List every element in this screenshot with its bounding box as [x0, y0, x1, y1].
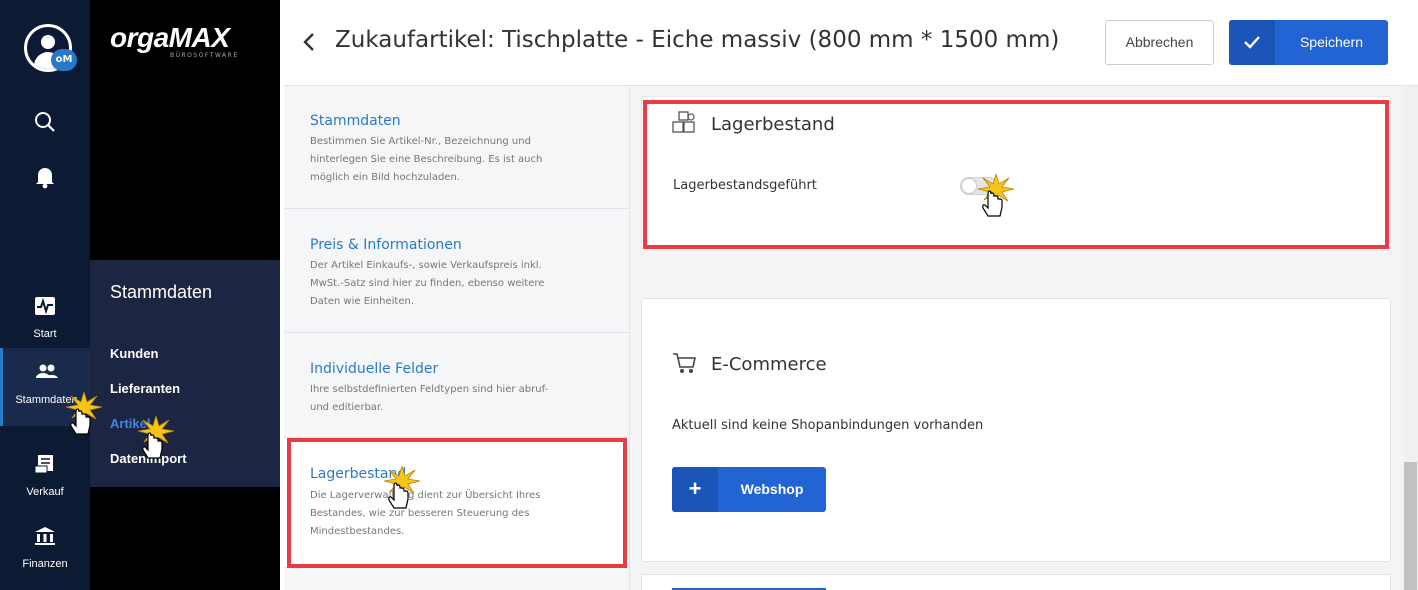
- ecommerce-title: E-Commerce: [711, 354, 827, 375]
- rail-nav-label: Verkauf: [26, 486, 64, 498]
- save-button[interactable]: Speichern: [1229, 20, 1388, 65]
- brand-subtitle: BÜROSOFTWARE: [170, 52, 239, 59]
- rail-nav-verkauf[interactable]: Verkauf: [0, 440, 90, 518]
- flyout-item-lieferanten[interactable]: Lieferanten: [110, 381, 180, 396]
- rail-nav-label: Stammdaten: [15, 394, 78, 406]
- secondary-sidebar: orgaMAX BÜROSOFTWARE Stammdaten Kunden L…: [90, 0, 280, 590]
- section-item-description: Bestimmen Sie Artikel-Nr., Bezeichnung u…: [310, 136, 543, 183]
- page-header: Zukaufartikel: Tischplatte - Eiche massi…: [284, 0, 1418, 86]
- plus-icon: +: [672, 467, 718, 512]
- rail-nav-label: Start: [33, 328, 57, 340]
- scrollbar-thumb[interactable]: [1404, 462, 1417, 590]
- add-webshop-button[interactable]: + Webshop: [672, 467, 826, 512]
- users-icon: [35, 364, 58, 378]
- flyout-item-datenimport[interactable]: Datenimport: [110, 451, 187, 466]
- avatar-head: [41, 35, 55, 49]
- rail-nav-finanzen[interactable]: Finanzen: [0, 512, 90, 590]
- activity-icon: [35, 297, 55, 315]
- highlight-frame-nav: [287, 438, 627, 568]
- rail-nav-label: Finanzen: [22, 558, 68, 570]
- webshop-button-label: Webshop: [740, 481, 804, 497]
- section-item-title: Preis & Informationen: [310, 237, 462, 253]
- bell-icon[interactable]: [0, 165, 90, 193]
- receipt-icon: [34, 455, 53, 474]
- flyout-item-artikel[interactable]: Artikel: [110, 416, 150, 431]
- cancel-button[interactable]: Abbrechen: [1105, 20, 1214, 65]
- section-item-stammdaten[interactable]: Stammdaten Bestimmen Sie Artikel-Nr., Be…: [284, 86, 629, 209]
- section-item-description: Ihre selbstdefinierten Feldtypen sind hi…: [310, 384, 549, 413]
- back-chevron-icon[interactable]: [300, 30, 320, 54]
- flyout-item-kunden[interactable]: Kunden: [110, 346, 158, 361]
- page-title: Zukaufartikel: Tischplatte - Eiche massi…: [335, 27, 1060, 53]
- highlight-frame-card: [643, 100, 1389, 249]
- ecommerce-info-text: Aktuell sind keine Shopanbindungen vorha…: [672, 418, 984, 433]
- avatar-badge: oM: [51, 49, 77, 71]
- section-item-title: Individuelle Felder: [310, 361, 439, 377]
- section-item-description: Der Artikel Einkaufs-, sowie Verkaufspre…: [310, 260, 545, 307]
- section-item-preis[interactable]: Preis & Informationen Der Artikel Einkau…: [284, 209, 629, 333]
- bank-icon: [35, 527, 55, 545]
- flyout-title: Stammdaten: [110, 282, 213, 302]
- stammdaten-flyout: Stammdaten Kunden Lieferanten Artikel Da…: [90, 260, 280, 487]
- search-icon[interactable]: [0, 110, 90, 138]
- save-button-label: Speichern: [1299, 34, 1364, 50]
- section-item-title: Stammdaten: [310, 113, 401, 129]
- checkmark-icon: [1229, 20, 1275, 65]
- rail-nav-stammdaten[interactable]: Stammdaten: [0, 348, 90, 426]
- section-item-individuelle-felder[interactable]: Individuelle Felder Ihre selbstdefiniert…: [284, 333, 629, 438]
- brand-logo: orgaMAX: [110, 22, 230, 53]
- icon-rail: oM Start Stammdaten Verkauf Finanzen: [0, 0, 90, 590]
- shopping-cart-icon: [672, 350, 698, 376]
